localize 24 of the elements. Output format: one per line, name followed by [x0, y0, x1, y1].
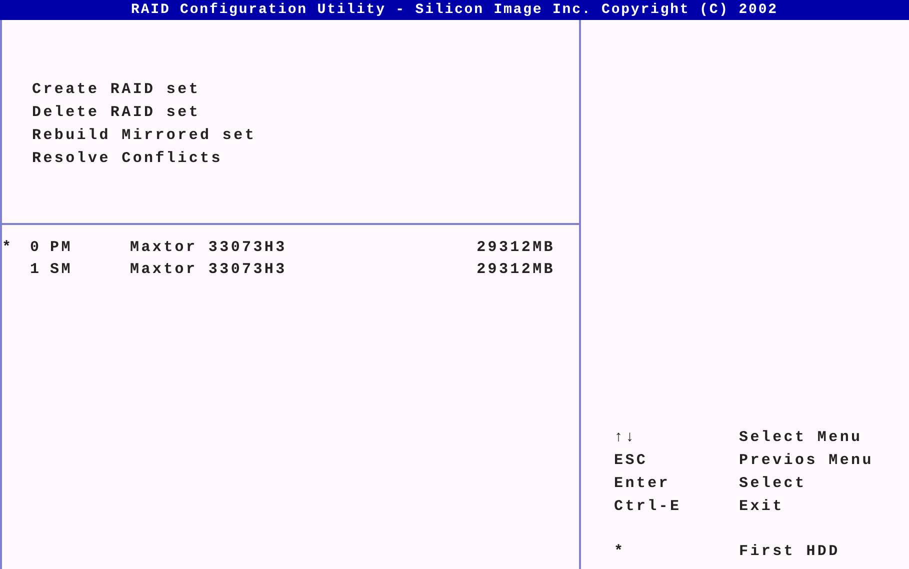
- key-action: Exit: [739, 497, 785, 517]
- window-title: RAID Configuration Utility - Silicon Image Inc. Copyright (C) 2002: [131, 2, 778, 18]
- key-label: Enter: [614, 474, 672, 494]
- disk-role: SM: [50, 260, 74, 280]
- menu-item[interactable]: Resolve Conflicts: [32, 147, 222, 170]
- key-action: Previos Menu: [739, 451, 874, 471]
- disk-model: Maxtor 33073H3: [130, 238, 288, 258]
- disk-index: 0: [30, 238, 42, 258]
- disk-index: 1: [30, 260, 42, 280]
- menu-item[interactable]: Rebuild Mirrored set: [32, 124, 256, 147]
- first-hdd-marker: *: [2, 239, 14, 256]
- key-label: *: [614, 542, 626, 562]
- key-label: Ctrl-E: [614, 497, 682, 517]
- key-label: ESC: [614, 451, 649, 471]
- key-label: ↑↓: [614, 428, 638, 448]
- disk-size: 29312MB: [476, 260, 555, 280]
- key-action: Select Menu: [739, 428, 864, 448]
- menu-item[interactable]: Delete RAID set: [32, 101, 200, 124]
- disk-model: Maxtor 33073H3: [130, 260, 288, 280]
- disk-role: PM: [50, 238, 74, 258]
- disk-size: 29312MB: [476, 238, 555, 258]
- menu-item[interactable]: Create RAID set: [32, 78, 200, 101]
- key-action: First HDD: [739, 542, 841, 562]
- key-action: Select: [739, 474, 808, 494]
